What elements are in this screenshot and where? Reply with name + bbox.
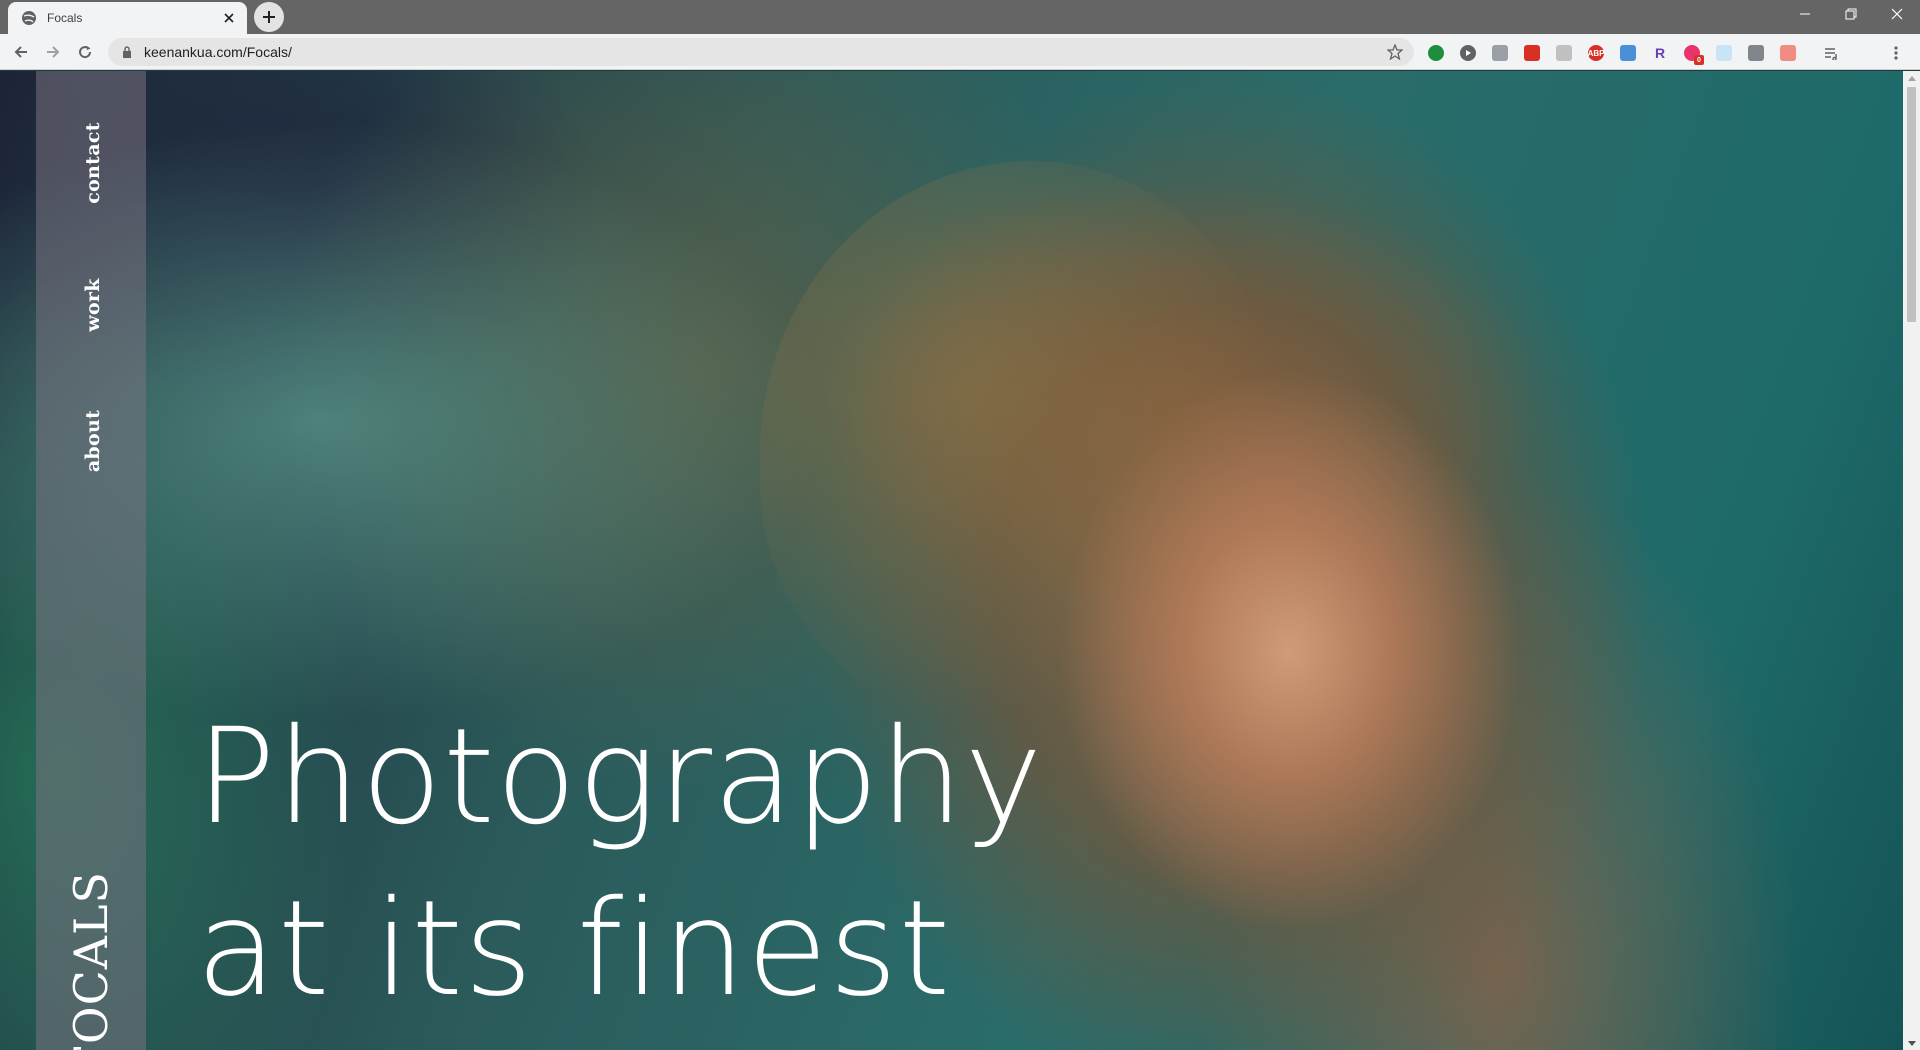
browser-toolbar: keenankua.com/Focals/ ABP R 0 K bbox=[0, 34, 1920, 97]
reading-list-icon[interactable] bbox=[1824, 45, 1840, 61]
grey-extension-icon[interactable] bbox=[1556, 45, 1572, 61]
close-window-icon[interactable] bbox=[1874, 0, 1920, 28]
tab-strip: Focals bbox=[0, 0, 1920, 34]
headline-line-1: Photography bbox=[196, 700, 1044, 854]
play-extension-icon[interactable] bbox=[1460, 45, 1476, 61]
bookmark-star-icon[interactable] bbox=[1386, 43, 1404, 61]
tab-focals[interactable]: Focals bbox=[8, 2, 247, 34]
cloud-extension-icon[interactable] bbox=[1716, 45, 1732, 61]
brand-logo-text[interactable]: FOCALS bbox=[64, 871, 118, 1050]
store-extension-icon[interactable] bbox=[1748, 45, 1764, 61]
nav-about-link[interactable]: about bbox=[82, 410, 104, 472]
lock-icon bbox=[120, 45, 134, 59]
headline-line-2: at its finest bbox=[196, 872, 952, 1026]
forward-icon[interactable] bbox=[39, 38, 67, 66]
notification-count-badge: 0 bbox=[1694, 55, 1704, 65]
minimize-icon[interactable] bbox=[1782, 0, 1828, 28]
scrollbar-thumb[interactable] bbox=[1907, 87, 1916, 322]
scroll-up-icon[interactable] bbox=[1903, 71, 1920, 85]
adblock-icon[interactable]: ABP bbox=[1588, 45, 1604, 61]
page-scrollbar[interactable] bbox=[1903, 71, 1920, 1050]
pink-extension-icon[interactable] bbox=[1780, 45, 1796, 61]
tab-title: Focals bbox=[47, 11, 83, 25]
globe-icon bbox=[21, 10, 37, 26]
restore-icon[interactable] bbox=[1828, 0, 1874, 28]
url-text: keenankua.com/Focals/ bbox=[144, 44, 292, 60]
screen-extension-icon[interactable] bbox=[1492, 45, 1508, 61]
chart-extension-icon[interactable] bbox=[1620, 45, 1636, 61]
page-viewport: contact work about FOCALS Photography at… bbox=[0, 71, 1903, 1050]
address-bar[interactable]: keenankua.com/Focals/ bbox=[108, 38, 1414, 66]
close-tab-icon[interactable] bbox=[221, 10, 237, 26]
hero-headline: Photography at its finest bbox=[196, 691, 1043, 1035]
red-extension-icon[interactable] bbox=[1524, 45, 1540, 61]
extension-green-icon[interactable] bbox=[1428, 45, 1444, 61]
menu-kebab-icon[interactable] bbox=[1888, 45, 1904, 61]
r-extension-icon[interactable]: R bbox=[1652, 45, 1668, 61]
new-tab-button[interactable] bbox=[254, 2, 284, 32]
back-icon[interactable] bbox=[7, 38, 35, 66]
reload-icon[interactable] bbox=[71, 38, 99, 66]
scroll-down-icon[interactable] bbox=[1903, 1036, 1920, 1050]
nav-work-link[interactable]: work bbox=[82, 278, 104, 331]
nav-contact-link[interactable]: contact bbox=[82, 122, 104, 204]
